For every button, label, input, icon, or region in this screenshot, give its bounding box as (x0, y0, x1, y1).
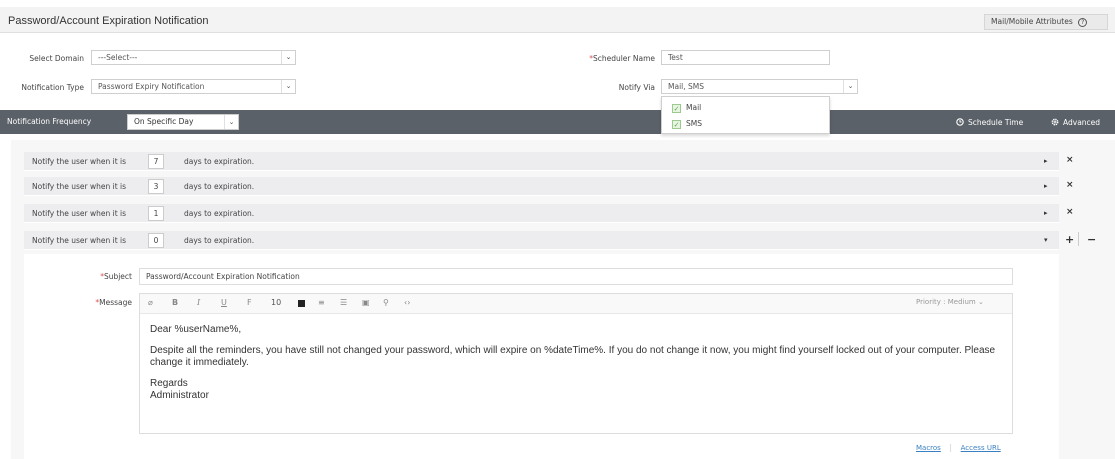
caret-right-icon[interactable]: ▸ (1044, 177, 1048, 196)
notification-type-dropdown[interactable]: Password Expiry Notification ⌄ (91, 79, 296, 94)
editor-body[interactable]: Dear %userName%, Despite all the reminde… (150, 324, 1000, 402)
reminder-row-expanded: Notify the user when it is 0 days to exp… (24, 231, 1059, 250)
reminder-prefix: Notify the user when it is (32, 157, 127, 166)
priority-select[interactable]: Priority : Medium ⌄ (916, 298, 984, 306)
link-separator: | (949, 443, 953, 452)
message-greeting: Dear %userName%, (150, 324, 242, 335)
message-regards: Regards (150, 378, 188, 389)
page-title: Password/Account Expiration Notification (8, 15, 209, 27)
notification-frequency-label: Notification Frequency (7, 117, 92, 126)
reminder-suffix: days to expiration. (184, 236, 255, 245)
scheduler-name-label-text: Scheduler Name (592, 54, 655, 63)
subject-input[interactable]: Password/Account Expiration Notification (139, 268, 1013, 285)
reminder-suffix: days to expiration. (184, 182, 255, 191)
chevron-down-icon: ⌄ (224, 115, 238, 129)
notify-via-menu: ✓ Mail ✓ SMS (661, 96, 830, 134)
scheduler-name-label: *Scheduler Name (555, 54, 655, 63)
message-label: *Message (70, 298, 132, 307)
reminder-prefix: Notify the user when it is (32, 182, 127, 191)
caret-right-icon[interactable]: ▸ (1044, 204, 1048, 223)
select-domain-value: ---Select--- (98, 53, 138, 62)
reminder-suffix: days to expiration. (184, 157, 255, 166)
notify-via-option-mail[interactable]: ✓ Mail (672, 103, 701, 113)
caret-down-icon[interactable]: ▾ (1044, 231, 1048, 250)
clock-icon (956, 118, 964, 126)
scheduler-name-input[interactable]: Test (661, 50, 830, 65)
remove-row-icon[interactable]: × (1066, 207, 1074, 217)
message-editor[interactable]: ⌀ B I U F 10 ≡ ☰ ▣ ⚲ ‹› Priority : Mediu… (139, 293, 1013, 434)
reminder-row: Notify the user when it is 1 days to exp… (24, 204, 1059, 223)
reminder-row: Notify the user when it is 3 days to exp… (24, 177, 1059, 196)
notify-via-option-sms[interactable]: ✓ SMS (672, 119, 702, 129)
macros-link[interactable]: Macros (916, 444, 941, 452)
link-icon[interactable]: ⚲ (383, 298, 389, 307)
days-input[interactable]: 0 (148, 233, 164, 248)
remove-row-icon[interactable]: × (1066, 155, 1074, 165)
editor-toolbar: ⌀ B I U F 10 ≡ ☰ ▣ ⚲ ‹› Priority : Mediu… (140, 294, 1012, 314)
notification-type-value: Password Expiry Notification (98, 82, 205, 91)
advanced-button[interactable]: Advanced (1051, 118, 1100, 127)
gear-icon (1051, 118, 1059, 126)
days-input[interactable]: 3 (148, 179, 164, 194)
add-row-icon[interactable]: + (1065, 233, 1074, 246)
notification-type-label: Notification Type (21, 83, 84, 92)
code-icon[interactable]: ‹› (404, 298, 410, 307)
text-color-icon[interactable] (298, 300, 305, 307)
mail-mobile-attributes-button[interactable]: Mail/Mobile Attributes ? (984, 14, 1108, 30)
reminder-suffix: days to expiration. (184, 209, 255, 218)
divider (1078, 232, 1079, 246)
days-input[interactable]: 1 (148, 206, 164, 221)
select-domain-label: Select Domain (29, 54, 84, 63)
message-paragraph: Despite all the reminders, you have stil… (150, 345, 996, 368)
checkbox-checked-icon: ✓ (672, 119, 681, 129)
help-icon[interactable]: ? (1078, 18, 1088, 27)
minus-row-icon[interactable]: − (1087, 233, 1096, 246)
italic-button[interactable]: I (197, 298, 200, 307)
checkbox-checked-icon: ✓ (672, 103, 681, 113)
font-button[interactable]: F (247, 298, 252, 307)
chevron-down-icon: ⌄ (281, 80, 295, 93)
chevron-down-icon: ⌄ (843, 80, 857, 93)
font-size-select[interactable]: 10 (271, 298, 281, 307)
reminder-prefix: Notify the user when it is (32, 209, 127, 218)
bold-button[interactable]: B (172, 298, 178, 307)
notify-via-label: Notify Via (618, 83, 655, 92)
select-domain-dropdown[interactable]: ---Select--- ⌄ (91, 50, 296, 65)
schedule-time-label: Schedule Time (968, 118, 1024, 127)
chevron-down-icon: ⌄ (281, 51, 295, 64)
notification-frequency-dropdown[interactable]: On Specific Day ⌄ (127, 114, 239, 130)
access-url-link[interactable]: Access URL (961, 444, 1001, 452)
caret-right-icon[interactable]: ▸ (1044, 152, 1048, 171)
advanced-label: Advanced (1063, 118, 1101, 127)
message-label-text: Message (99, 298, 132, 307)
option-label: Mail (686, 103, 702, 112)
align-icon[interactable]: ≡ (318, 298, 325, 307)
priority-label: Priority : Medium (916, 298, 976, 306)
message-signature: Administrator (150, 390, 209, 401)
subject-label: *Subject (70, 272, 132, 281)
eraser-icon[interactable]: ⌀ (148, 298, 153, 307)
option-label: SMS (686, 119, 702, 128)
attributes-button-label: Mail/Mobile Attributes (991, 17, 1073, 26)
remove-row-icon[interactable]: × (1066, 180, 1074, 190)
subject-label-text: Subject (103, 272, 132, 281)
days-input[interactable]: 7 (148, 154, 164, 169)
schedule-time-button[interactable]: Schedule Time (956, 118, 1023, 127)
notify-via-dropdown[interactable]: Mail, SMS ⌄ (661, 79, 858, 94)
notification-frequency-value: On Specific Day (134, 117, 194, 126)
footer-links: Macros | Access URL (916, 443, 1001, 452)
notify-via-value: Mail, SMS (668, 82, 704, 91)
list-icon[interactable]: ☰ (340, 298, 347, 307)
reminder-prefix: Notify the user when it is (32, 236, 127, 245)
reminder-row: Notify the user when it is 7 days to exp… (24, 152, 1059, 171)
underline-button[interactable]: U (221, 298, 227, 307)
image-icon[interactable]: ▣ (362, 298, 370, 307)
